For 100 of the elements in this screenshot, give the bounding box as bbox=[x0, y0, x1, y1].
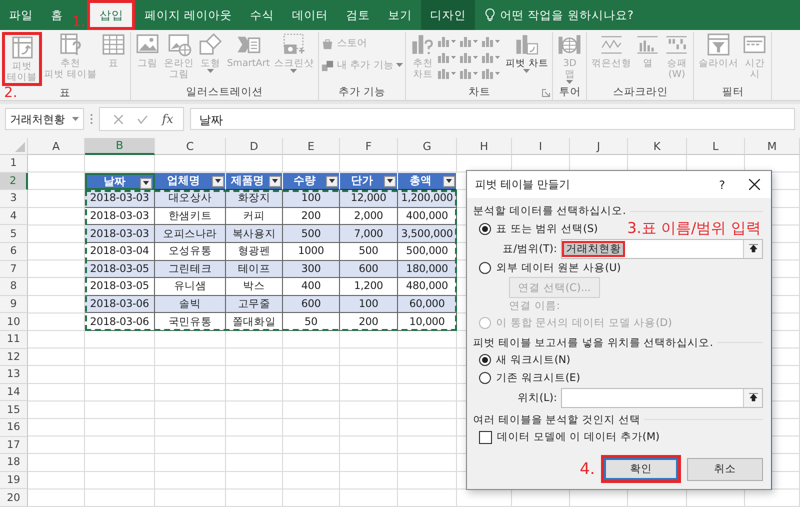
filter-dropdown-button[interactable] bbox=[140, 178, 152, 189]
row-header[interactable]: 6 bbox=[0, 242, 28, 261]
row-header[interactable]: 10 bbox=[0, 313, 28, 331]
collapse-button[interactable] bbox=[743, 388, 762, 406]
ribbon-tab[interactable]: 홈 bbox=[42, 0, 72, 30]
row-header[interactable]: 20 bbox=[0, 489, 28, 507]
row-header[interactable]: 16 bbox=[0, 418, 28, 436]
group-label: 스파크라인 bbox=[612, 85, 668, 100]
row-header[interactable]: 14 bbox=[0, 384, 28, 402]
ribbon-tab[interactable]: 삽입 bbox=[87, 0, 136, 30]
column-header[interactable]: J bbox=[570, 138, 628, 155]
row-header[interactable]: 3 bbox=[0, 190, 28, 208]
section-heading: 피벗 테이블 보고서를 넣을 위치를 선택하십시오. bbox=[473, 336, 714, 350]
header-cell: 업체명 bbox=[155, 172, 226, 190]
table-cell: 100 bbox=[283, 190, 340, 208]
table-cell: 유니샘 bbox=[155, 278, 226, 296]
column-header[interactable]: E bbox=[283, 138, 340, 155]
up-arrow-icon bbox=[748, 393, 758, 402]
column-header[interactable]: L bbox=[687, 138, 745, 155]
ribbon-tab[interactable]: 수식 bbox=[241, 0, 284, 30]
column-header[interactable]: F bbox=[340, 138, 398, 155]
column-header[interactable]: D bbox=[226, 138, 283, 155]
column-header[interactable]: A bbox=[28, 138, 85, 155]
row-header[interactable]: 19 bbox=[0, 472, 28, 490]
row-header[interactable]: 12 bbox=[0, 348, 28, 366]
table-cell: 300 bbox=[283, 260, 340, 278]
caret-icon bbox=[329, 179, 335, 184]
input-field[interactable]: 거래처현황 bbox=[561, 238, 763, 258]
ribbon-tab[interactable]: 디자인 bbox=[421, 0, 476, 30]
ribbon-tab[interactable]: 데이터 bbox=[283, 0, 338, 30]
table-cell: 200 bbox=[340, 313, 398, 331]
help-button[interactable]: ? bbox=[707, 178, 737, 192]
row-header[interactable]: 11 bbox=[0, 330, 28, 349]
header-cell: 제품명 bbox=[226, 172, 283, 190]
annotation-label: 2. bbox=[4, 86, 18, 100]
row-header[interactable]: 4 bbox=[0, 208, 28, 226]
input-field[interactable] bbox=[561, 388, 763, 408]
checkbox[interactable] bbox=[479, 430, 492, 444]
table-cell: 600 bbox=[283, 296, 340, 314]
filter-dropdown-button[interactable] bbox=[212, 176, 224, 187]
filter-dropdown-button[interactable] bbox=[269, 176, 281, 187]
row-header[interactable]: 2 bbox=[0, 172, 28, 190]
annotation-label: 4. bbox=[580, 461, 595, 477]
column-header[interactable]: B bbox=[85, 138, 155, 155]
header-cell: 날짜 bbox=[85, 172, 155, 190]
table-cell: 7,000 bbox=[340, 225, 398, 243]
radio-label[interactable]: 기존 워크시트(E) bbox=[496, 370, 580, 385]
filter-dropdown-button[interactable] bbox=[326, 176, 338, 187]
row-header[interactable]: 9 bbox=[0, 296, 28, 314]
row-header[interactable]: 13 bbox=[0, 366, 28, 384]
caret-icon bbox=[272, 179, 278, 184]
column-header[interactable]: H bbox=[457, 138, 512, 155]
dialog-button[interactable]: 확인 bbox=[601, 455, 681, 483]
radio-label[interactable]: 표 또는 범위 선택(S) bbox=[496, 222, 598, 236]
radio-button[interactable] bbox=[479, 222, 491, 235]
ribbon-tab[interactable]: 파일 bbox=[0, 0, 42, 30]
grip-icon bbox=[90, 113, 93, 125]
column-header[interactable]: C bbox=[155, 138, 226, 155]
row-header[interactable]: 7 bbox=[0, 260, 28, 278]
row-header[interactable]: 17 bbox=[0, 436, 28, 454]
name-box[interactable]: 거래처현황 bbox=[5, 108, 84, 130]
filter-dropdown-button[interactable] bbox=[384, 176, 396, 187]
ribbon-tab[interactable]: 검토 bbox=[337, 0, 380, 30]
header-cell: 단가 bbox=[340, 172, 398, 190]
row-header[interactable]: 1 bbox=[0, 155, 28, 173]
radio-button[interactable] bbox=[479, 372, 491, 384]
table-cell: 오성유통 bbox=[155, 242, 226, 261]
checkbox-label[interactable]: 데이터 모델에 이 데이터 추가(M) bbox=[497, 430, 660, 444]
row-header[interactable]: 15 bbox=[0, 401, 28, 419]
formula-input[interactable]: 날짜 bbox=[190, 108, 795, 130]
annotation-label: 3.표 이름/범위 입력 bbox=[627, 221, 761, 236]
column-header[interactable]: G bbox=[398, 138, 457, 155]
radio-button[interactable] bbox=[479, 262, 491, 274]
row-header[interactable]: 5 bbox=[0, 225, 28, 243]
column-header[interactable]: K bbox=[628, 138, 687, 155]
check-icon[interactable] bbox=[137, 114, 148, 124]
table-cell: 2,000 bbox=[340, 208, 398, 226]
ribbon-tab[interactable]: 보기 bbox=[379, 0, 422, 30]
filter-dropdown-button[interactable] bbox=[443, 176, 455, 187]
column-header[interactable]: M bbox=[745, 138, 800, 155]
radio-label[interactable]: 새 워크시트(N) bbox=[496, 353, 570, 368]
dialog-launcher-icon[interactable] bbox=[542, 89, 550, 97]
radio-label[interactable]: 외부 데이터 원본 사용(U) bbox=[496, 261, 621, 276]
ribbon-tab[interactable]: 페이지 레이아웃 bbox=[135, 0, 242, 30]
group-label: 일러스트레이션 bbox=[186, 85, 263, 100]
row-header[interactable]: 18 bbox=[0, 454, 28, 472]
table-cell: 500 bbox=[283, 225, 340, 243]
collapse-button[interactable] bbox=[743, 240, 762, 258]
tell-me-search[interactable]: 어떤 작업을 원하시나요? bbox=[500, 8, 634, 22]
table-cell: 그린테크 bbox=[155, 260, 226, 278]
connection-name-label: 연결 이름: bbox=[508, 299, 561, 314]
radio-button[interactable] bbox=[479, 354, 491, 366]
ribbon-button[interactable]: 피벗 차트 bbox=[503, 32, 550, 85]
table-cell: 1,200 bbox=[340, 278, 398, 296]
table-cell: 박스 bbox=[226, 278, 283, 296]
dialog-button[interactable]: 취소 bbox=[687, 458, 763, 480]
column-header[interactable]: I bbox=[512, 138, 570, 155]
insert-function-button[interactable]: fx bbox=[162, 112, 174, 126]
section-heading: 여러 테이블을 분석할 것인지 선택 bbox=[473, 412, 640, 426]
row-header[interactable]: 8 bbox=[0, 278, 28, 296]
